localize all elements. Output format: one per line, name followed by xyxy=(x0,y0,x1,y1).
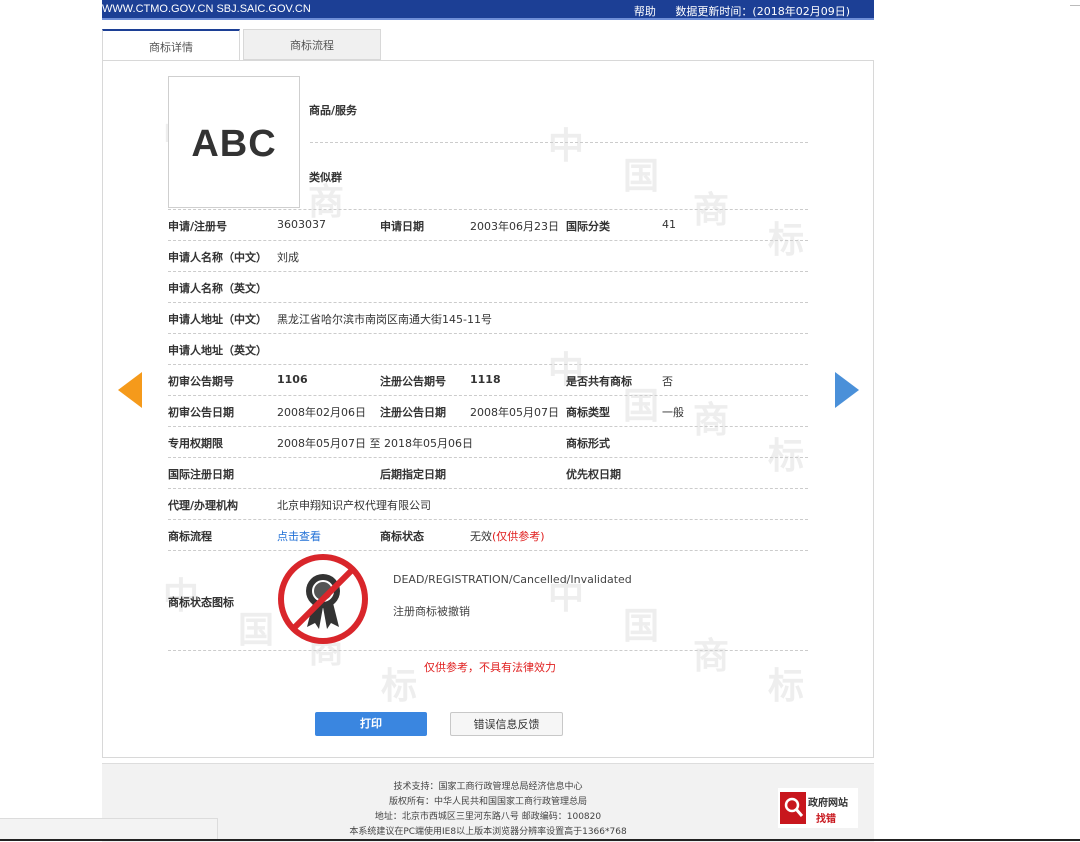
prev-record-arrow-icon[interactable] xyxy=(118,372,142,408)
exclusive-value: 2008年05月07日 至 2018年05月06日 xyxy=(277,437,473,450)
gov-badge-action: 找错 xyxy=(816,814,836,825)
flow-label: 商标流程 xyxy=(168,530,212,543)
status-strip xyxy=(0,818,218,841)
address-en-label: 申请人地址（英文） xyxy=(168,344,267,357)
intl-class-value: 41 xyxy=(662,218,676,231)
divider xyxy=(168,519,808,520)
reg-pub-date-value: 2008年05月07日 xyxy=(470,406,559,419)
update-time: 数据更新时间：(2018年02月09日) xyxy=(675,5,850,18)
watermark-char: 国 xyxy=(238,610,275,651)
watermark-char: 商 xyxy=(693,190,730,231)
divider xyxy=(168,209,808,210)
trademark-logo-text: ABC xyxy=(191,123,277,165)
tm-type-label: 商标类型 xyxy=(566,406,610,419)
divider xyxy=(168,457,808,458)
divider xyxy=(168,240,808,241)
status-en-text: DEAD/REGISTRATION/Cancelled/Invalidated xyxy=(393,573,632,586)
prelim-no-value: 1106 xyxy=(277,373,308,386)
gov-badge-title: 政府网站 xyxy=(808,798,848,809)
footer-tech-support: 技术支持：国家工商行政管理总局经济信息中心 xyxy=(393,782,583,792)
divider xyxy=(310,142,808,143)
intl-reg-date-label: 国际注册日期 xyxy=(168,468,234,481)
shared-label: 是否共有商标 xyxy=(566,375,632,388)
shared-value: 否 xyxy=(662,375,673,388)
divider xyxy=(168,271,808,272)
tab-trademark-detail[interactable]: 商标详情 xyxy=(102,29,240,61)
divider xyxy=(168,395,808,396)
site-links[interactable]: WWW.CTMO.GOV.CN SBJ.SAIC.GOV.CN xyxy=(102,3,311,15)
later-date-label: 后期指定日期 xyxy=(380,468,446,481)
status-text: 无效 xyxy=(470,530,492,543)
status-cn-text: 注册商标被撤销 xyxy=(393,605,470,618)
watermark-char: 标 xyxy=(381,666,418,707)
view-flow-link[interactable]: 点击查看 xyxy=(277,528,321,544)
address-cn-label: 申请人地址（中文） xyxy=(168,313,267,326)
status-note: (仅供参考) xyxy=(492,530,545,543)
reg-no-value: 3603037 xyxy=(277,218,326,231)
watermark-char: 商 xyxy=(693,636,730,677)
prelim-date-value: 2008年02月06日 xyxy=(277,406,366,419)
disclaimer-text: 仅供参考，不具有法律效力 xyxy=(424,661,556,674)
reg-pub-date-label: 注册公告日期 xyxy=(380,406,446,419)
status-icon-label: 商标状态图标 xyxy=(168,596,234,609)
cancelled-seal-icon xyxy=(278,554,368,644)
agent-label: 代理/办理机构 xyxy=(168,499,239,512)
prelim-date-label: 初审公告日期 xyxy=(168,406,234,419)
print-button[interactable]: 打印 xyxy=(315,712,427,736)
applicant-cn-value: 刘成 xyxy=(277,251,299,264)
window-edge xyxy=(1070,0,1080,6)
reg-no-label: 申请/注册号 xyxy=(168,220,228,233)
divider xyxy=(168,488,808,489)
tab-trademark-flow[interactable]: 商标流程 xyxy=(243,29,381,60)
reg-pub-no-label: 注册公告期号 xyxy=(380,375,446,388)
next-record-arrow-icon[interactable] xyxy=(835,372,859,408)
divider xyxy=(168,302,808,303)
watermark-char: 商 xyxy=(693,400,730,441)
app-date-label: 申请日期 xyxy=(380,220,424,233)
magnifier-icon xyxy=(780,792,806,824)
goods-services-label: 商品/服务 xyxy=(309,104,358,117)
status-value: 无效(仅供参考) xyxy=(470,528,545,544)
trademark-image: ABC xyxy=(168,76,300,208)
tm-form-label: 商标形式 xyxy=(566,437,610,450)
watermark-char: 标 xyxy=(768,666,805,707)
reg-pub-no-value: 1118 xyxy=(470,373,501,386)
watermark-char: 中 xyxy=(163,576,200,617)
site-header-bar: WWW.CTMO.GOV.CN SBJ.SAIC.GOV.CN 帮助 数据更新时… xyxy=(102,0,874,20)
tm-type-value: 一般 xyxy=(662,406,684,419)
status-label: 商标状态 xyxy=(380,530,424,543)
watermark-char: 国 xyxy=(623,156,660,197)
watermark-char: 中 xyxy=(548,126,585,167)
agent-value: 北京申翔知识产权代理有限公司 xyxy=(277,499,431,512)
footer-copyright: 版权所有：中华人民共和国国家工商行政管理总局 xyxy=(388,797,587,807)
applicant-en-label: 申请人名称（英文） xyxy=(168,282,267,295)
watermark-char: 国 xyxy=(623,606,660,647)
help-link[interactable]: 帮助 xyxy=(634,5,656,18)
intl-class-label: 国际分类 xyxy=(566,220,610,233)
watermark-char: 标 xyxy=(768,436,805,477)
divider xyxy=(168,550,808,551)
applicant-cn-label: 申请人名称（中文） xyxy=(168,251,267,264)
divider xyxy=(168,333,808,334)
similar-group-label: 类似群 xyxy=(309,171,342,184)
gov-site-error-badge[interactable]: 政府网站 找错 xyxy=(778,788,858,828)
prelim-no-label: 初审公告期号 xyxy=(168,375,234,388)
divider xyxy=(168,650,808,651)
divider xyxy=(168,426,808,427)
divider xyxy=(168,364,808,365)
priority-date-label: 优先权日期 xyxy=(566,468,621,481)
exclusive-label: 专用权期限 xyxy=(168,437,223,450)
address-cn-value: 黑龙江省哈尔滨市南岗区南通大街145-11号 xyxy=(277,313,492,326)
watermark-char: 标 xyxy=(768,220,805,261)
app-date-value: 2003年06月23日 xyxy=(470,220,559,233)
error-feedback-button[interactable]: 错误信息反馈 xyxy=(450,712,563,736)
